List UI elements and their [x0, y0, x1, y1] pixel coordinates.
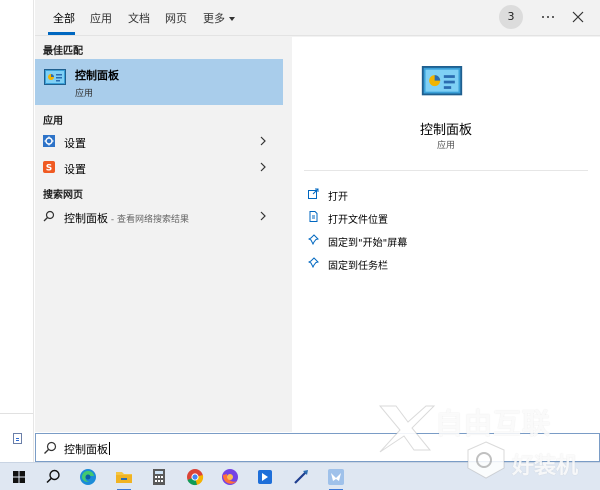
- best-match-title: 控制面板: [75, 69, 119, 82]
- ellipsis-icon: [542, 16, 554, 18]
- tab-more-label: 更多: [203, 12, 225, 25]
- action-pin-to-start[interactable]: 固定到"开始"屏幕: [308, 232, 588, 250]
- divider: [304, 170, 588, 171]
- file-explorer-icon: [116, 472, 132, 483]
- search-input[interactable]: 控制面板: [64, 441, 110, 457]
- action-open-file-location[interactable]: 打开文件位置: [308, 209, 588, 227]
- section-best-match: 最佳匹配: [43, 46, 83, 57]
- app-active-icon: [328, 469, 344, 485]
- desktop-background: [0, 0, 34, 462]
- sogou-settings-icon: S: [43, 161, 55, 173]
- action-label: 打开文件位置: [328, 215, 388, 226]
- taskbar: [0, 462, 600, 490]
- active-app-button[interactable]: [325, 466, 347, 490]
- search-icon: [43, 210, 55, 222]
- edge-icon[interactable]: [77, 466, 99, 488]
- details-pane: 控制面板 应用 打开 打开文件位置 固定到"开始"屏幕 固定到任务栏: [292, 37, 600, 432]
- app-blue-icon[interactable]: [254, 466, 276, 488]
- pin-start-icon: [308, 234, 319, 245]
- tab-web[interactable]: 网页: [165, 10, 187, 26]
- details-subtitle: 应用: [436, 141, 455, 151]
- document-icon: [13, 433, 22, 444]
- open-icon: [308, 188, 319, 199]
- file-location-icon: [309, 211, 318, 222]
- tab-bar: 全部 应用 文档 网页 更多 3: [35, 0, 600, 36]
- tab-apps[interactable]: 应用: [90, 10, 112, 26]
- section-web: 搜索网页: [43, 190, 83, 201]
- app-result-settings[interactable]: 设置: [35, 129, 283, 155]
- app-result-label: 设置: [64, 137, 86, 150]
- search-panel: 全部 应用 文档 网页 更多 3 最佳匹配 控制面板 应用 应用 设置 S 设置…: [35, 0, 600, 432]
- app-result-sogou-settings[interactable]: S 设置: [35, 155, 283, 181]
- search-icon[interactable]: [42, 466, 64, 488]
- search-input-value: 控制面板: [64, 443, 108, 456]
- results-list: 最佳匹配 控制面板 应用 应用 设置 S 设置 搜索网页 控制面板 - 查看网络…: [35, 37, 283, 432]
- close-button[interactable]: [569, 8, 587, 26]
- details-title: 控制面板: [419, 123, 472, 138]
- tab-documents[interactable]: 文档: [128, 10, 150, 26]
- more-options-button[interactable]: [539, 8, 557, 26]
- app-result-label: 设置: [64, 163, 86, 176]
- best-match-subtitle: 应用: [75, 89, 94, 99]
- web-result-hint: - 查看网络搜索结果: [108, 215, 189, 225]
- divider: [0, 413, 33, 414]
- chevron-down-icon: [229, 17, 235, 21]
- web-result[interactable]: 控制面板 - 查看网络搜索结果: [35, 204, 283, 230]
- settings-gear-icon: [43, 135, 55, 147]
- web-result-query: 控制面板: [64, 212, 108, 225]
- windows-start-icon[interactable]: [8, 466, 30, 488]
- file-explorer-button[interactable]: [113, 466, 135, 490]
- action-open[interactable]: 打开: [308, 186, 588, 204]
- action-label: 固定到任务栏: [328, 261, 388, 272]
- action-label: 打开: [328, 192, 348, 203]
- search-box[interactable]: 控制面板: [35, 433, 600, 462]
- chevron-right-icon: [260, 162, 266, 172]
- text-caret: [109, 442, 110, 455]
- best-match-item[interactable]: 控制面板 应用: [35, 59, 283, 105]
- tab-all[interactable]: 全部: [53, 10, 75, 26]
- rewards-badge[interactable]: 3: [499, 5, 523, 29]
- chrome-icon[interactable]: [184, 466, 206, 488]
- section-apps: 应用: [43, 116, 63, 127]
- chevron-right-icon: [260, 136, 266, 146]
- firefox-icon[interactable]: [219, 466, 241, 488]
- action-pin-to-taskbar[interactable]: 固定到任务栏: [308, 255, 588, 273]
- control-panel-icon: [421, 66, 463, 96]
- tab-more[interactable]: 更多: [203, 10, 235, 26]
- feather-tool-icon[interactable]: [290, 466, 312, 488]
- chevron-right-icon: [260, 211, 266, 221]
- search-icon: [44, 441, 57, 454]
- calculator-icon[interactable]: [148, 466, 170, 488]
- web-result-label: 控制面板 - 查看网络搜索结果: [64, 210, 189, 226]
- pin-taskbar-icon: [308, 257, 319, 268]
- control-panel-icon: [44, 69, 66, 85]
- close-icon: [572, 11, 584, 23]
- action-label: 固定到"开始"屏幕: [328, 238, 408, 249]
- svg-text:S: S: [46, 164, 52, 174]
- active-tab-indicator: [48, 32, 75, 35]
